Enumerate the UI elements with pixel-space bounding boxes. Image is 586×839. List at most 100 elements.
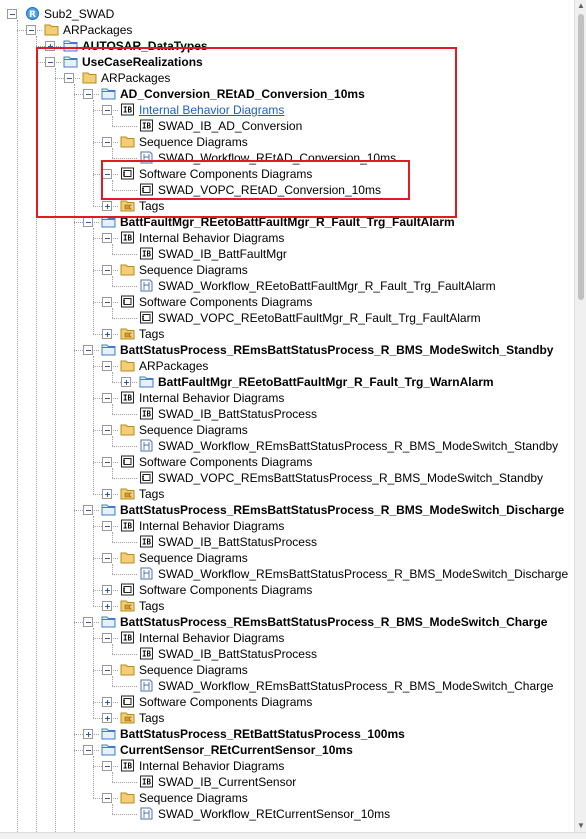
tree-node-battfaultmgr-reetobattfaultmgr-r-fault-trg-faultalarm[interactable]: BattFaultMgr_REetoBattFaultMgr_R_Fault_T… [0, 214, 574, 230]
expand-plus-icon[interactable] [102, 585, 112, 595]
collapse-minus-icon[interactable] [102, 361, 112, 371]
tree-node-internal-behavior-diagrams[interactable]: IB Internal Behavior Diagrams [0, 630, 574, 646]
collapse-minus-icon[interactable] [102, 425, 112, 435]
tree-node-sequence-diagrams[interactable]: Sequence Diagrams [0, 262, 574, 278]
tree-node-currentsensor-retcurrentsensor-10ms[interactable]: CurrentSensor_REtCurrentSensor_10ms [0, 742, 574, 758]
scroll-down-arrow-icon[interactable]: ▼ [575, 820, 586, 832]
tree-node-tags[interactable]: Tags [0, 198, 574, 214]
package-icon [139, 375, 154, 388]
tree-node-swad-ib-battfaultmgr[interactable]: IB SWAD_IB_BattFaultMgr [0, 246, 574, 262]
collapse-minus-icon[interactable] [83, 745, 93, 755]
collapse-minus-icon[interactable] [102, 105, 112, 115]
collapse-minus-icon[interactable] [7, 9, 17, 19]
expand-plus-icon[interactable] [45, 41, 55, 51]
tree-node-battstatusprocess-remsbattstatusprocess-r-bms-modeswitch-discharge[interactable]: BattStatusProcess_REmsBattStatusProcess_… [0, 502, 574, 518]
collapse-minus-icon[interactable] [102, 457, 112, 467]
project-tree[interactable]: R Sub2_SWAD ARPackages AUTOSAR_DataTypes Use… [0, 0, 574, 832]
tree-node-arpackages[interactable]: ARPackages [0, 22, 574, 38]
tree-node-internal-behavior-diagrams[interactable]: IB Internal Behavior Diagrams [0, 518, 574, 534]
tree-node-swad-vopc-retad-conversion-10ms[interactable]: SWAD_VOPC_REtAD_Conversion_10ms [0, 182, 574, 198]
tree-node-swad-vopc-remsbattstatusprocess-r-bms-modeswitch-standby[interactable]: SWAD_VOPC_REmsBattStatusProcess_R_BMS_Mo… [0, 470, 574, 486]
tree-node-sequence-diagrams[interactable]: Sequence Diagrams [0, 662, 574, 678]
tree-node-swad-ib-currentsensor[interactable]: IB SWAD_IB_CurrentSensor [0, 774, 574, 790]
tree-node-usecaserealizations[interactable]: UseCaseRealizations [0, 54, 574, 70]
tree-node-ad-conversion-retad-conversion-10ms[interactable]: AD_Conversion_REtAD_Conversion_10ms [0, 86, 574, 102]
expand-plus-icon[interactable] [102, 201, 112, 211]
tree-node-internal-behavior-diagrams[interactable]: IB Internal Behavior Diagrams [0, 102, 574, 118]
tree-node-tags[interactable]: Tags [0, 486, 574, 502]
collapse-minus-icon[interactable] [45, 57, 55, 67]
tree-node-software-components-diagrams[interactable]: Software Components Diagrams [0, 582, 574, 598]
tree-node-battstatusprocess-remsbattstatusprocess-r-bms-modeswitch-standby[interactable]: BattStatusProcess_REmsBattStatusProcess_… [0, 342, 574, 358]
tree-node-software-components-diagrams[interactable]: Software Components Diagrams [0, 454, 574, 470]
tree-node-sequence-diagrams[interactable]: Sequence Diagrams [0, 422, 574, 438]
scroll-thumb[interactable] [578, 14, 584, 300]
tree-node-software-components-diagrams[interactable]: Software Components Diagrams [0, 694, 574, 710]
tree-node-arpackages[interactable]: ARPackages [0, 70, 574, 86]
tree-node-tags[interactable]: Tags [0, 598, 574, 614]
collapse-minus-icon[interactable] [102, 793, 112, 803]
component-folder-icon [120, 295, 135, 308]
tree-node-internal-behavior-diagrams[interactable]: IB Internal Behavior Diagrams [0, 230, 574, 246]
tree-node-swad-ib-battstatusprocess[interactable]: IB SWAD_IB_BattStatusProcess [0, 534, 574, 550]
collapse-minus-icon[interactable] [102, 265, 112, 275]
collapse-minus-icon[interactable] [83, 345, 93, 355]
tree-node-internal-behavior-diagrams[interactable]: IB Internal Behavior Diagrams [0, 758, 574, 774]
expand-plus-icon[interactable] [102, 601, 112, 611]
folder-icon [120, 263, 135, 276]
tree-node-swad-ib-ad-conversion[interactable]: IB SWAD_IB_AD_Conversion [0, 118, 574, 134]
tree-node-swad-vopc-reetobattfaultmgr-r-fault-trg-faultalarm[interactable]: SWAD_VOPC_REetoBattFaultMgr_R_Fault_Trg_… [0, 310, 574, 326]
expand-plus-icon[interactable] [102, 329, 112, 339]
collapse-minus-icon[interactable] [102, 665, 112, 675]
tree-node-tags[interactable]: Tags [0, 710, 574, 726]
collapse-minus-icon[interactable] [102, 233, 112, 243]
tree-node-autosar-datatypes[interactable]: AUTOSAR_DataTypes [0, 38, 574, 54]
tree-node-internal-behavior-diagrams[interactable]: IB Internal Behavior Diagrams [0, 390, 574, 406]
collapse-minus-icon[interactable] [83, 505, 93, 515]
expand-plus-icon[interactable] [83, 729, 93, 739]
collapse-minus-icon[interactable] [102, 633, 112, 643]
tree-node-tags[interactable]: Tags [0, 326, 574, 342]
tree-node-swad-workflow-remsbattstatusprocess-r-bms-modeswitch-discharge[interactable]: SWAD_Workflow_REmsBattStatusProcess_R_BM… [0, 566, 574, 582]
tree-node-software-components-diagrams[interactable]: Software Components Diagrams [0, 294, 574, 310]
tree-node-sequence-diagrams[interactable]: Sequence Diagrams [0, 550, 574, 566]
expand-plus-icon[interactable] [102, 697, 112, 707]
collapse-minus-icon[interactable] [83, 617, 93, 627]
expand-plus-icon[interactable] [102, 713, 112, 723]
collapse-minus-icon[interactable] [102, 297, 112, 307]
tree-node-sub2-swad[interactable]: R Sub2_SWAD [0, 6, 574, 22]
folder-icon [120, 135, 135, 148]
collapse-minus-icon[interactable] [102, 393, 112, 403]
collapse-minus-icon[interactable] [102, 169, 112, 179]
tree-node-sequence-diagrams[interactable]: Sequence Diagrams [0, 790, 574, 806]
collapse-minus-icon[interactable] [26, 25, 36, 35]
tree-node-battfaultmgr-reetobattfaultmgr-r-fault-trg-warnalarm[interactable]: BattFaultMgr_REetoBattFaultMgr_R_Fault_T… [0, 374, 574, 390]
scroll-up-arrow-icon[interactable]: ▲ [575, 0, 586, 12]
collapse-minus-icon[interactable] [64, 73, 74, 83]
tree-node-swad-ib-battstatusprocess[interactable]: IB SWAD_IB_BattStatusProcess [0, 406, 574, 422]
tree-node-swad-ib-battstatusprocess[interactable]: IB SWAD_IB_BattStatusProcess [0, 646, 574, 662]
tree-node-sequence-diagrams[interactable]: Sequence Diagrams [0, 134, 574, 150]
tree-node-label: ARPackages [101, 71, 171, 85]
tree-node-swad-workflow-retcurrentsensor-10ms[interactable]: SWAD_Workflow_REtCurrentSensor_10ms [0, 806, 574, 822]
tree-node-software-components-diagrams[interactable]: Software Components Diagrams [0, 166, 574, 182]
tree-node-label: BattStatusProcess_REmsBattStatusProcess_… [120, 343, 554, 357]
expand-plus-icon[interactable] [121, 377, 131, 387]
collapse-minus-icon[interactable] [102, 137, 112, 147]
collapse-minus-icon[interactable] [83, 89, 93, 99]
collapse-minus-icon[interactable] [102, 761, 112, 771]
tree-node-battstatusprocess-retbattstatusprocess-100ms[interactable]: BattStatusProcess_REtBattStatusProcess_1… [0, 726, 574, 742]
collapse-minus-icon[interactable] [102, 553, 112, 563]
tree-node-swad-workflow-remsbattstatusprocess-r-bms-modeswitch-standby[interactable]: SWAD_Workflow_REmsBattStatusProcess_R_BM… [0, 438, 574, 454]
collapse-minus-icon[interactable] [102, 521, 112, 531]
tree-node-swad-workflow-reetobattfaultmgr-r-fault-trg-faultalarm[interactable]: SWAD_Workflow_REetoBattFaultMgr_R_Fault_… [0, 278, 574, 294]
vertical-scrollbar[interactable]: ▲ ▼ [574, 0, 586, 832]
tree-node-swad-workflow-retad-conversion-10ms[interactable]: SWAD_Workflow_REtAD_Conversion_10ms [0, 150, 574, 166]
tree-node-swad-workflow-remsbattstatusprocess-r-bms-modeswitch-charge[interactable]: SWAD_Workflow_REmsBattStatusProcess_R_BM… [0, 678, 574, 694]
tree-node-battstatusprocess-remsbattstatusprocess-r-bms-modeswitch-charge[interactable]: BattStatusProcess_REmsBattStatusProcess_… [0, 614, 574, 630]
tree-node-label: Tags [139, 199, 165, 213]
collapse-minus-icon[interactable] [83, 217, 93, 227]
tree-node-label: SWAD_IB_BattStatusProcess [158, 407, 317, 421]
expand-plus-icon[interactable] [102, 489, 112, 499]
tree-node-arpackages[interactable]: ARPackages [0, 358, 574, 374]
